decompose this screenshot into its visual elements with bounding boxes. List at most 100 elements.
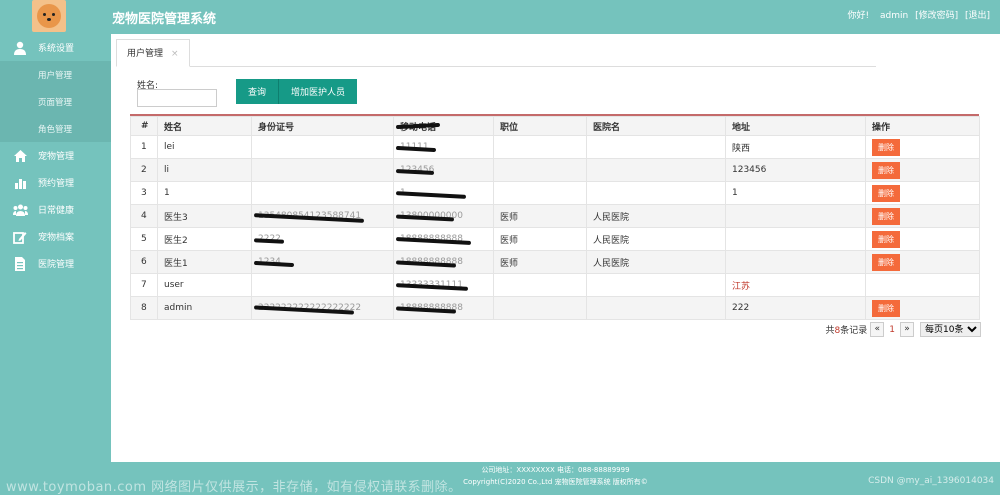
redaction-scribble [395,191,467,199]
cell-address [725,250,866,274]
tab-bar: 用户管理 × [116,39,876,67]
pet-avatar-logo [32,0,66,32]
cell-action: 删除 [865,204,980,228]
cell-name: 医生1 [157,250,252,274]
cell-name: user [157,273,252,297]
per-page-select[interactable]: 每页10条 [920,322,981,337]
sidebar-subitem-user-management[interactable]: 用户管理 [0,61,111,88]
sidebar-item-pet-management[interactable]: 宠物管理 [0,142,111,169]
sidebar-item-label: 日常健康 [38,206,75,216]
cell-name: admin [157,296,252,320]
sidebar-item-daily-health[interactable]: 日常健康 [0,196,111,223]
cell-name: 1 [157,181,252,205]
cell-phone: 13333331111 [393,273,494,297]
table-row: 2li 123456 123456 删除 [130,158,980,182]
cell-num: 1 [130,135,158,159]
sidebar-item-label: 宠物档案 [38,233,75,243]
change-password-link[interactable]: [修改密码] [915,11,958,21]
cell-phone: 18888888888 [393,296,494,320]
cell-hospital [586,181,726,205]
delete-button[interactable]: 删除 [872,161,900,179]
main-content: 用户管理× 姓名: 查询 增加医护人员 # 姓名 身份证号 移动电话 职位 医院… [111,34,1000,462]
cell-num: 4 [130,204,158,228]
sidebar-item-appointment-management[interactable]: 预约管理 [0,169,111,196]
table-row: 1lei 11111 陕西删除 [130,135,980,159]
sidebar-subitem-page-management[interactable]: 页面管理 [0,88,111,115]
sidebar-item-label: 宠物管理 [38,152,75,162]
cell-num: 7 [130,273,158,297]
cell-position: 医师 [493,250,587,274]
column-header: 地址 [725,116,866,136]
cell-name: li [157,158,252,182]
delete-button[interactable]: 删除 [872,138,900,156]
watermark-text: www.toymoban.com 网络图片仅供展示，非存储，如有侵权请联系删除。 [6,480,462,495]
cell-address: 江苏 [725,273,866,297]
user-menu: 你好! admin [修改密码] [退出] [844,8,991,21]
sidebar: 系统设置 用户管理 页面管理 角色管理 宠物管理 预约管理 日常健康 宠物档案 … [0,34,111,464]
cell-action: 删除 [865,227,980,251]
cell-position: 医师 [493,227,587,251]
app-title: 宠物医院管理系统 [112,12,217,27]
cell-hospital [586,273,726,297]
delete-button[interactable]: 删除 [872,184,900,202]
sidebar-subitem-role-management[interactable]: 角色管理 [0,115,111,142]
cell-address: 123456 [725,158,866,182]
cell-hospital [586,158,726,182]
cell-num: 3 [130,181,158,205]
cell-name: 医生2 [157,227,252,251]
cell-id-card [251,135,394,159]
group-icon [12,203,28,217]
cell-action: 删除 [865,250,980,274]
cell-id-card [251,158,394,182]
cell-phone: 11111 [393,135,494,159]
current-page-number[interactable]: 1 [889,325,895,335]
cell-address [725,204,866,228]
bar-chart-icon [12,176,28,190]
cell-num: 5 [130,227,158,251]
cell-phone: 1 [393,181,494,205]
sidebar-item-label: 系统设置 [38,44,75,54]
tab-user-management[interactable]: 用户管理 × [116,39,190,67]
table-row: 4医生313548085412358874113800000000医师人民医院 删… [130,204,980,228]
next-page-button[interactable]: » [900,322,914,337]
watermark-credit: CSDN @my_ai_1396014034 [868,476,994,486]
cell-phone: 123456 [393,158,494,182]
table-row: 5医生2222218888888888医师人民医院 删除 [130,227,980,251]
cell-position [493,181,587,205]
add-medical-staff-button[interactable]: 增加医护人员 [279,79,357,104]
cell-action: 删除 [865,181,980,205]
query-button[interactable]: 查询 [236,79,279,104]
cell-id-card [251,181,394,205]
cell-phone: 18888888888 [393,250,494,274]
column-header: 姓名 [157,116,252,136]
delete-button[interactable]: 删除 [872,253,900,271]
sidebar-item-hospital-management[interactable]: 医院管理 [0,250,111,277]
table-row: 8admin22222222222222222218888888888 222 删除 [130,296,980,320]
record-count: 共8条记录 [825,326,868,336]
cell-action: 删除 [865,296,980,320]
prev-page-button[interactable]: « [870,322,885,337]
column-header: 身份证号 [251,116,394,136]
sidebar-item-pet-records[interactable]: 宠物档案 [0,223,111,250]
table-row: 3111删除 [130,181,980,205]
cell-id-card: 1234 [251,250,394,274]
cell-phone: 18888888888 [393,227,494,251]
close-icon[interactable]: × [171,49,179,59]
cell-action: 删除 [865,135,980,159]
delete-button[interactable]: 删除 [872,299,900,317]
cell-address: 陕西 [725,135,866,159]
delete-button[interactable]: 删除 [872,207,900,225]
cell-address: 1 [725,181,866,205]
delete-button[interactable]: 删除 [872,230,900,248]
cell-action [865,273,980,297]
cell-id-card [251,273,394,297]
sidebar-item-system-settings[interactable]: 系统设置 [0,34,111,61]
cell-name: lei [157,135,252,159]
logout-link[interactable]: [退出] [965,11,990,21]
name-search-input[interactable] [137,89,217,107]
cell-address [725,227,866,251]
cell-phone: 13800000000 [393,204,494,228]
sidebar-item-label: 医院管理 [38,260,75,270]
cell-hospital: 人民医院 [586,227,726,251]
document-icon [12,256,28,271]
